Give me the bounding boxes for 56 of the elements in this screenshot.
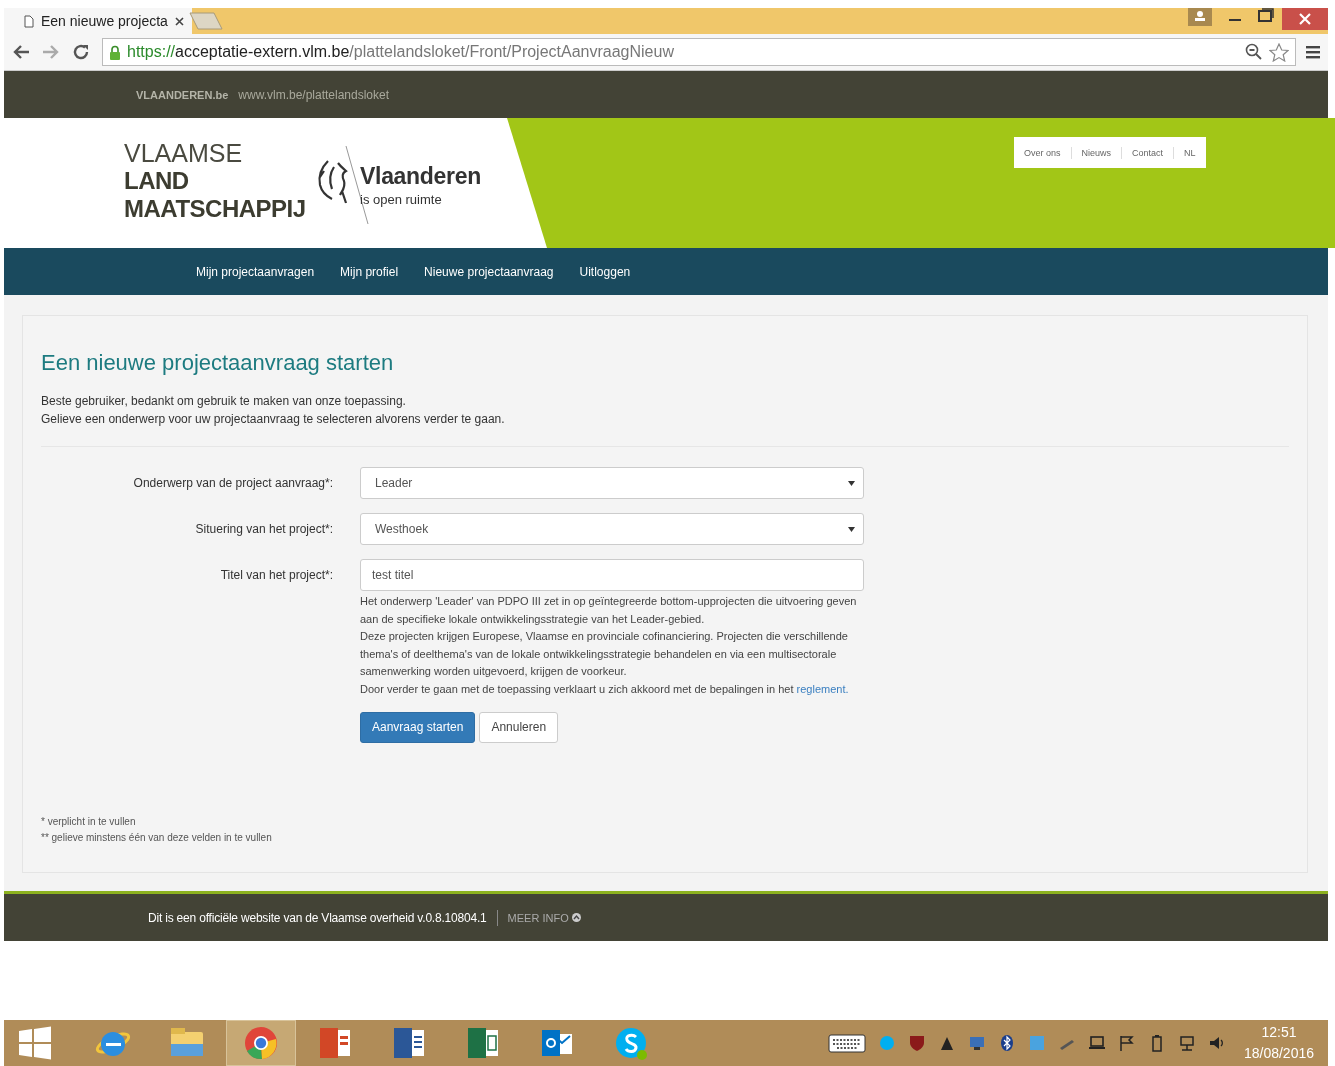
zoom-icon[interactable] [1245, 43, 1263, 61]
lock-icon [109, 44, 121, 60]
speaker-icon[interactable] [1207, 1034, 1226, 1052]
shield-icon[interactable] [907, 1034, 926, 1052]
nav-link[interactable]: Mijn profiel [340, 264, 399, 279]
nav-link[interactable]: Mijn projectaanvragen [196, 264, 315, 279]
utility-link[interactable]: Contact [1132, 147, 1164, 158]
chrome-icon [242, 1024, 280, 1062]
input-field[interactable]: test titel [360, 559, 864, 591]
field-label: Onderwerp van de project aanvraag*: [132, 476, 333, 490]
select-field[interactable]: Leader [360, 467, 864, 499]
utility-link[interactable]: NL [1184, 147, 1196, 158]
intro-text: Gelieve een onderwerp voor uw projectaanvraag te selecteren alvorens verder te gaan. [41, 411, 506, 428]
reglement-link[interactable]: reglement. [796, 682, 849, 695]
user-icon[interactable] [1188, 8, 1212, 26]
more-info-link[interactable]: MEER INFO [507, 911, 581, 924]
logo-text[interactable]: VLAAMSE LAND MAATSCHAPPIJ [124, 140, 314, 248]
select-field[interactable]: Westhoek [360, 513, 864, 545]
menu-icon[interactable] [1306, 45, 1322, 59]
flag-icon[interactable] [1117, 1034, 1136, 1052]
tab-title: Een nieuwe projecta [41, 13, 168, 29]
back-icon[interactable] [12, 44, 30, 60]
caret-icon [848, 526, 855, 532]
start-button[interactable]: Aanvraag starten [360, 711, 476, 743]
region-name: Vlaanderen [360, 163, 481, 190]
wired-network-icon[interactable] [1177, 1034, 1196, 1052]
site-link[interactable]: www.vlm.be/plattelandsloket [238, 87, 390, 102]
footer-text: Dit is een officiële website van de Vlaamse overheid v.0.8.10804.1 [148, 910, 487, 925]
reload-icon[interactable] [72, 43, 90, 61]
laptop-icon[interactable] [1087, 1034, 1106, 1052]
intro-text: Beste gebruiker, bedankt om gebruik te maken van onze toepassing. [41, 393, 407, 410]
address-bar[interactable]: https://acceptatie-extern.vlm.be/plattelandsloket/Front/ProjectAanvraagNieuw [102, 38, 1296, 66]
nav-link[interactable]: Nieuwe projectaanvraag [424, 264, 554, 279]
field-label: Situering van het project*: [194, 522, 333, 536]
footnote: ** gelieve minstens één van deze velden in te vullen [41, 831, 273, 845]
star-icon[interactable] [1269, 42, 1289, 62]
tagline: is open ruimte [360, 192, 443, 207]
caret-icon [848, 480, 855, 486]
page-title: Een nieuwe projectaanvraag starten [41, 350, 395, 376]
close-icon[interactable] [174, 16, 184, 26]
close-icon[interactable] [1282, 8, 1328, 30]
footnote: * verplicht in te vullen [41, 815, 137, 829]
brand-link[interactable]: VLAANDEREN.be [136, 88, 229, 101]
browser-tab[interactable]: Een nieuwe projecta [4, 8, 192, 34]
utility-link[interactable]: Nieuws [1081, 147, 1112, 158]
caret-up-icon [571, 913, 581, 922]
url-text: https://acceptatie-extern.vlm.be/plattelandsloket/Front/ProjectAanvraagNieuw [127, 43, 674, 61]
maximize-icon[interactable] [1258, 8, 1274, 22]
cancel-button[interactable]: Annuleren [479, 711, 559, 743]
windows-start-button[interactable] [18, 1026, 52, 1060]
utility-link[interactable]: Over ons [1024, 147, 1061, 158]
info-text: Het onderwerp 'Leader' van PDPO III zet in op geïntegreerde bottom-upprojecten die uitvoering geven aan de specifieke lokale ontwikkelingsstrategie van het Leader-gebied. Deze projecten krijgen Europese, Vlaamse en provinciale cofinanciering. Projecten die verschillende thema's of deelthema's van de lokale ontwikkelingsstrategie behandelen en via een multisectorale samenwerking worden uitgevoerd, krijgen de voorkeur. Door verder te gaan met de toepassing verklaart u zich akkoord met de bepalingen in het reglement. [360, 594, 858, 697]
field-label: Titel van het project*: [219, 568, 333, 582]
nav-link[interactable]: Uitloggen [579, 264, 631, 279]
keyboard-icon[interactable] [827, 1033, 866, 1053]
page-icon [24, 14, 34, 28]
